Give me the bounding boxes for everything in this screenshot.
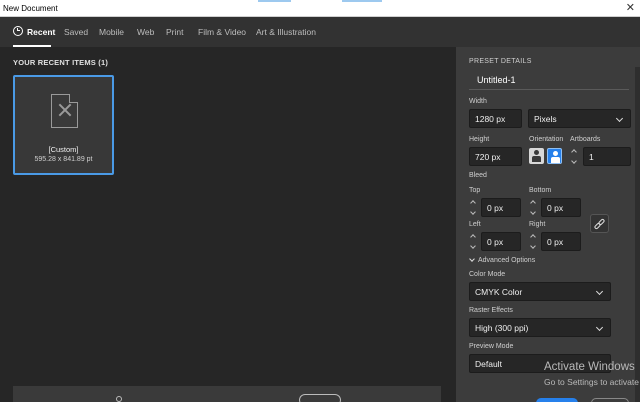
tab-print[interactable]: Print [166, 27, 183, 37]
bleed-top-field[interactable]: 0 px [481, 198, 521, 217]
search-icon[interactable] [116, 396, 122, 402]
chevron-down-icon [469, 256, 475, 262]
bleed-left-stepper[interactable] [469, 232, 479, 251]
create-button[interactable] [536, 398, 578, 402]
activate-windows-subtitle: Go to Settings to activate [544, 377, 639, 387]
height-label: Height [469, 136, 490, 143]
bleed-bottom-label: Bottom [529, 187, 552, 194]
title-accent [258, 0, 291, 2]
window-title: New Document [3, 4, 58, 13]
tab-mobile[interactable]: Mobile [99, 27, 124, 37]
preset-details-panel: PRESET DETAILS Untitled-1 Width 1280 px … [456, 47, 640, 402]
bleed-right-stepper[interactable] [529, 232, 539, 251]
document-size: 595.28 x 841.89 pt [34, 156, 93, 163]
unit-dropdown[interactable]: Pixels [528, 109, 631, 128]
height-field[interactable]: 720 px [469, 147, 522, 166]
width-label: Width [469, 98, 487, 105]
bleed-left-field[interactable]: 0 px [481, 232, 521, 251]
bleed-top-label: Top [469, 187, 481, 194]
link-bleed-icon[interactable] [590, 214, 609, 233]
bleed-bottom-stepper[interactable] [529, 198, 539, 217]
artboards-label: Artboards [570, 136, 601, 143]
recent-items-heading: YOUR RECENT ITEMS (1) [13, 58, 109, 67]
bleed-bottom-field[interactable]: 0 px [541, 198, 581, 217]
category-tabs: Recent Saved Mobile Web Print Film & Vid… [0, 17, 456, 47]
tab-recent[interactable]: Recent [27, 27, 55, 37]
search-strip [13, 386, 441, 402]
bleed-top-stepper[interactable] [469, 198, 479, 217]
tab-art-illustration[interactable]: Art & Illustration [256, 27, 316, 37]
orientation-label: Orientation [529, 136, 564, 143]
name-underline [469, 89, 629, 90]
recent-document-card[interactable]: [Custom] 595.28 x 841.89 pt [13, 75, 114, 175]
tab-saved[interactable]: Saved [64, 27, 88, 37]
raster-effects-dropdown[interactable]: High (300 ppi) [469, 318, 611, 337]
bleed-label: Bleed [469, 172, 487, 179]
bleed-right-label: Right [529, 221, 546, 228]
advanced-options-label: Advanced Options [478, 257, 536, 264]
document-name: [Custom] [48, 145, 79, 154]
bleed-right-field[interactable]: 0 px [541, 232, 581, 251]
panel-scrollbar[interactable] [635, 67, 640, 402]
clock-icon [13, 26, 23, 36]
color-mode-label: Color Mode [469, 271, 506, 278]
tab-film-video[interactable]: Film & Video [198, 27, 246, 37]
artboards-stepper[interactable] [570, 147, 580, 166]
recent-items-area: YOUR RECENT ITEMS (1) [Custom] 595.28 x … [0, 47, 456, 402]
activate-windows-title: Activate Windows [544, 361, 635, 373]
strip-button[interactable] [299, 394, 341, 402]
color-mode-dropdown[interactable]: CMYK Color [469, 282, 611, 301]
title-bar: New Document ✕ [0, 0, 640, 17]
title-accent [342, 0, 382, 2]
bleed-left-label: Left [469, 221, 481, 228]
artboards-field[interactable]: 1 [583, 147, 631, 166]
tab-web[interactable]: Web [137, 27, 154, 37]
preset-heading: PRESET DETAILS [469, 58, 532, 65]
document-name-input[interactable]: Untitled-1 [477, 75, 516, 85]
advanced-options-toggle[interactable]: Advanced Options [469, 256, 536, 264]
width-field[interactable]: 1280 px [469, 109, 522, 128]
close-icon[interactable]: ✕ [626, 1, 635, 14]
portrait-orientation-icon[interactable] [529, 148, 544, 164]
raster-effects-label: Raster Effects [469, 307, 513, 314]
close-button[interactable] [591, 398, 629, 402]
preview-mode-label: Preview Mode [469, 343, 514, 350]
landscape-orientation-icon[interactable] [547, 148, 562, 164]
document-icon [51, 94, 78, 128]
